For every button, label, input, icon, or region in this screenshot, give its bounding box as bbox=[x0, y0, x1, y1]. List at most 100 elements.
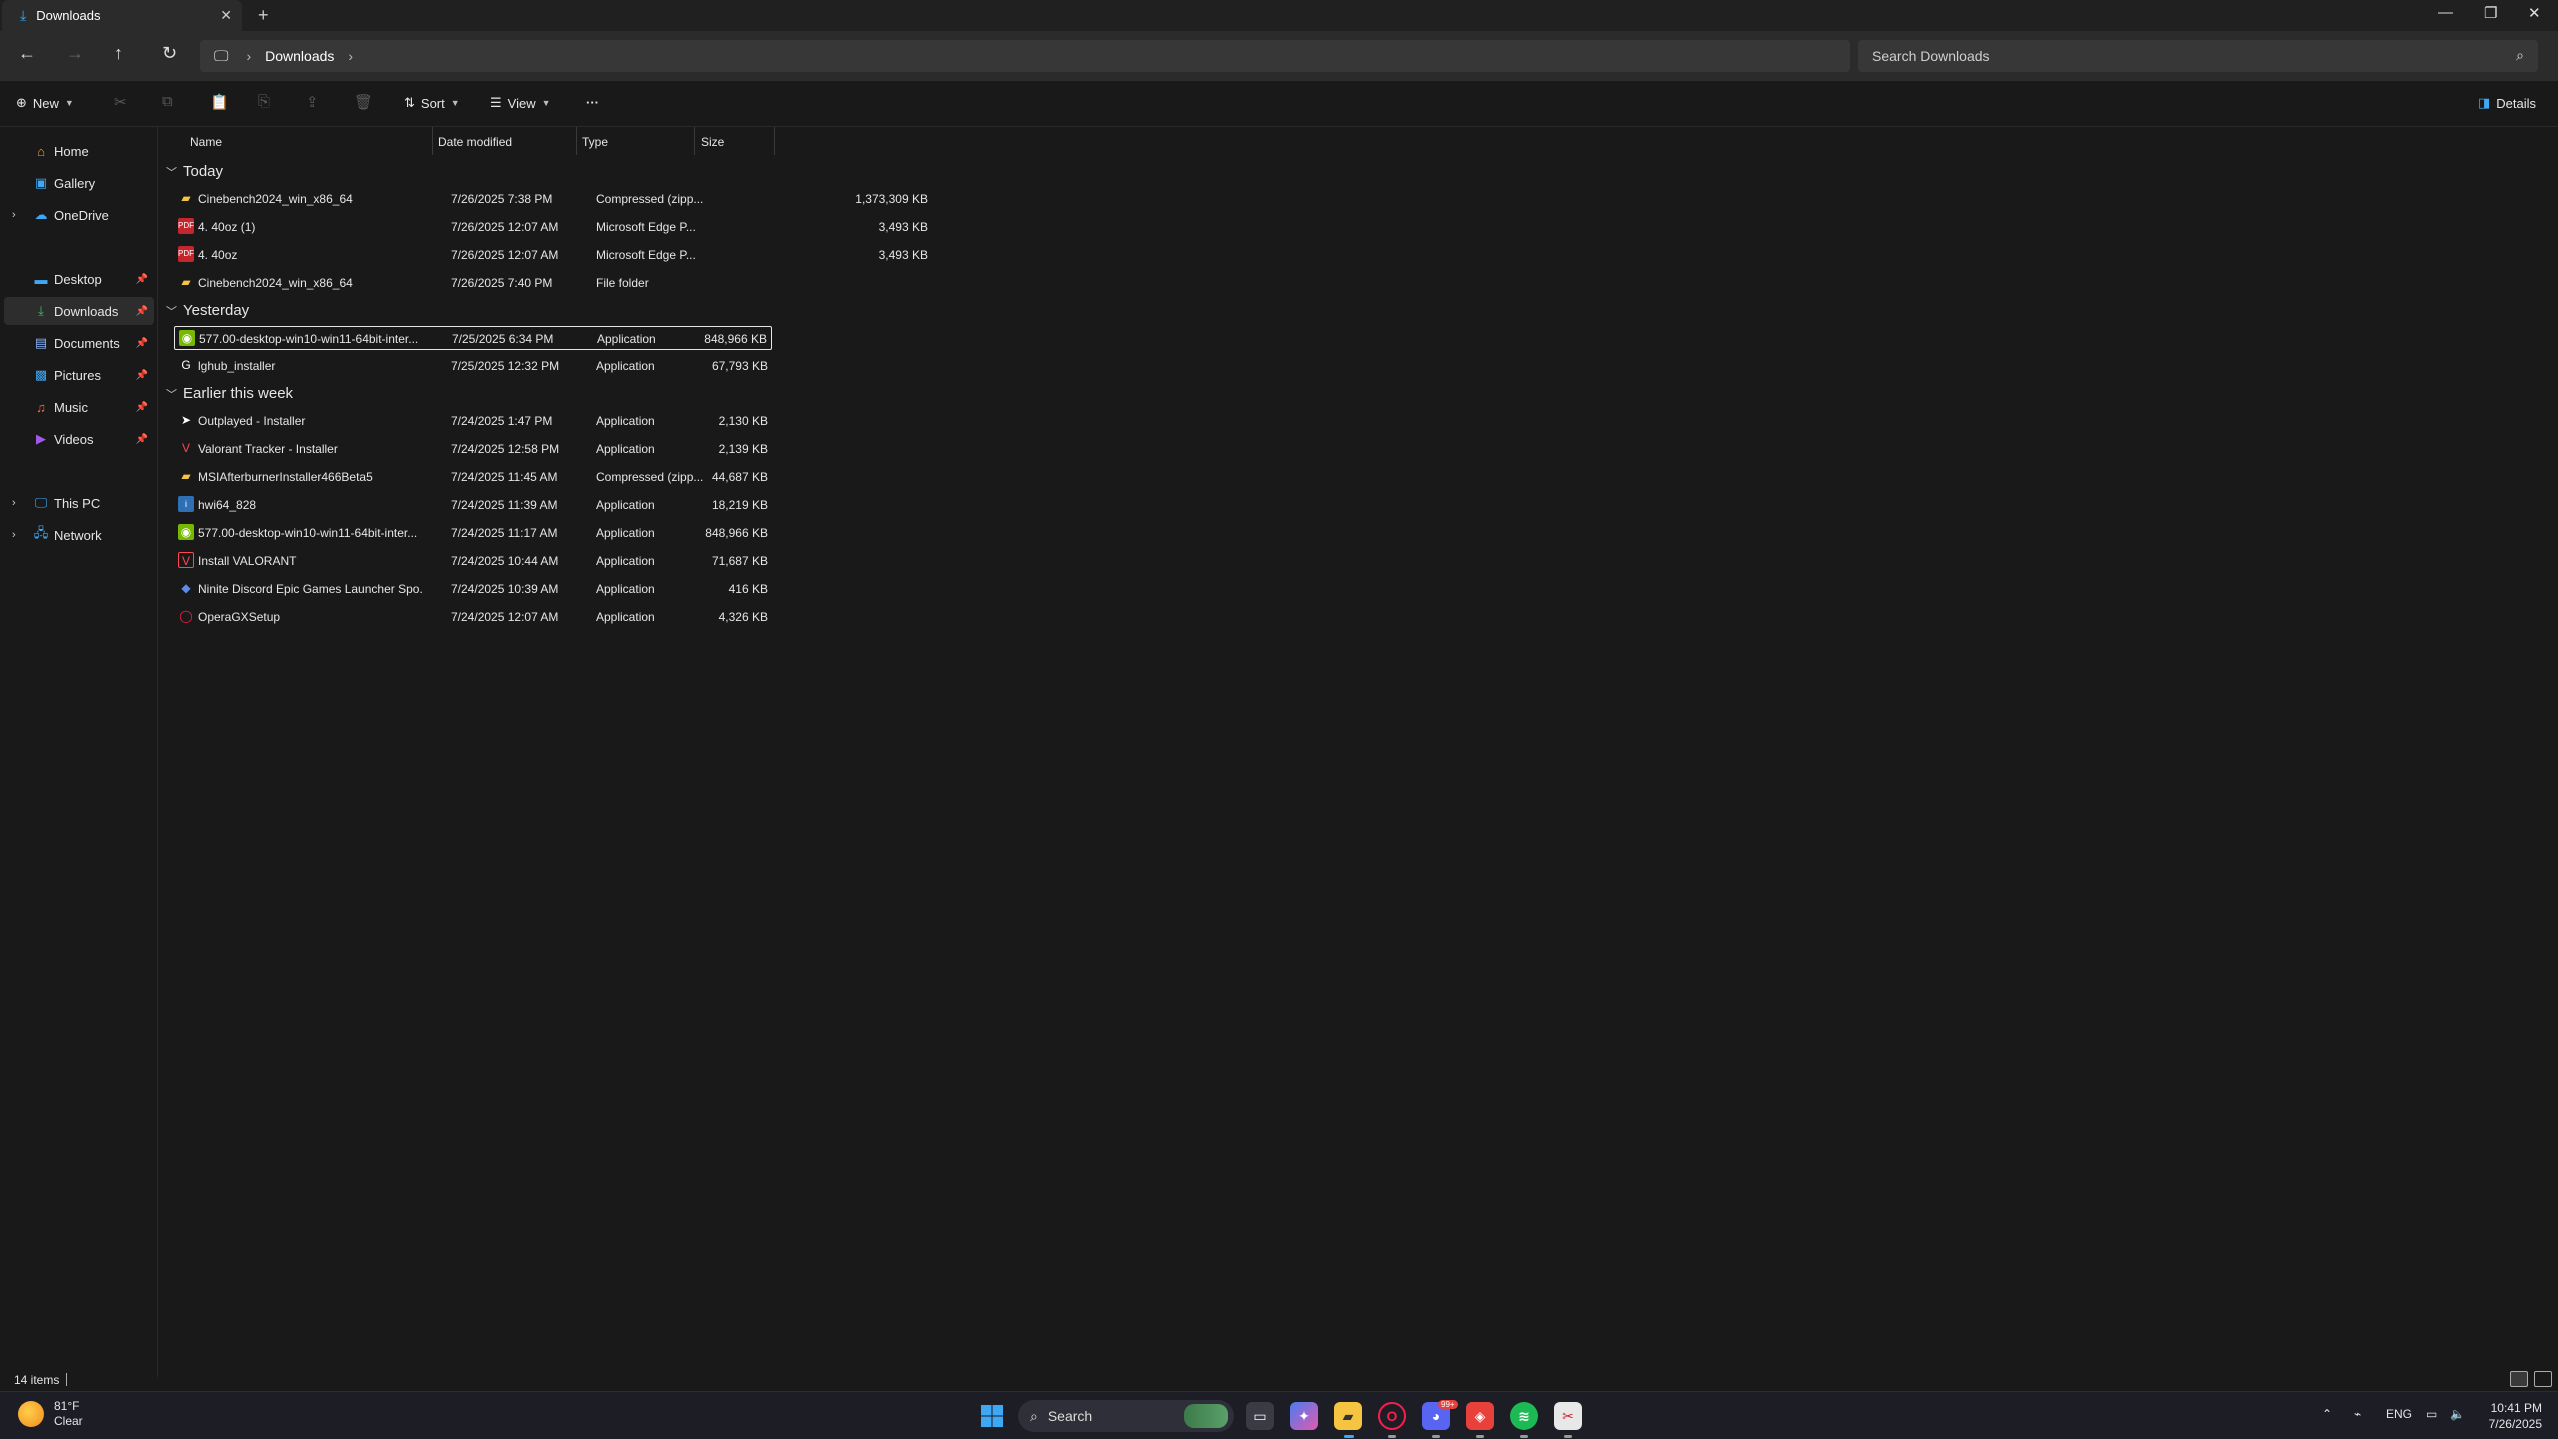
column-header-name[interactable]: Name bbox=[190, 135, 222, 149]
chevron-right-icon[interactable]: › bbox=[12, 529, 16, 541]
file-explorer-icon[interactable]: ▰ bbox=[1334, 1402, 1362, 1430]
search-input[interactable]: Search Downloads ⌕ bbox=[1858, 40, 2538, 72]
spotify-icon[interactable]: ≋ bbox=[1510, 1402, 1538, 1430]
file-row[interactable]: V Install VALORANT 7/24/2025 10:44 AM Ap… bbox=[174, 549, 772, 573]
pin-icon[interactable]: 📌 bbox=[136, 370, 148, 381]
sidebar-item-desktop[interactable]: ▬ Desktop 📌 bbox=[4, 265, 154, 293]
details-button[interactable]: ◨ Details bbox=[2478, 95, 2536, 111]
close-tab-button[interactable]: ✕ bbox=[220, 7, 232, 24]
file-row[interactable]: ▰ Cinebench2024_win_x86_64 7/26/2025 7:4… bbox=[174, 271, 932, 295]
sort-button[interactable]: ⇅ Sort ▼ bbox=[404, 95, 460, 111]
maximize-button[interactable]: ❐ bbox=[2484, 4, 2497, 22]
column-divider[interactable] bbox=[432, 127, 433, 155]
sidebar-item-documents[interactable]: ▤ Documents 📌 bbox=[4, 329, 154, 357]
rename-icon[interactable]: ⎘ bbox=[258, 93, 270, 110]
weather-widget[interactable]: 81°F Clear bbox=[18, 1399, 83, 1429]
sidebar-item-downloads[interactable]: ⤓ Downloads 📌 bbox=[4, 297, 154, 325]
minimize-button[interactable]: — bbox=[2438, 4, 2453, 21]
start-button[interactable] bbox=[978, 1402, 1006, 1430]
sidebar-item-label: Music bbox=[54, 399, 88, 415]
volume-icon[interactable]: 🔈 bbox=[2450, 1407, 2465, 1421]
column-divider[interactable] bbox=[774, 127, 775, 155]
tiles-view-icon[interactable] bbox=[2534, 1371, 2552, 1387]
new-tab-button[interactable]: + bbox=[258, 5, 269, 26]
sidebar-item-gallery[interactable]: ▣ Gallery bbox=[4, 169, 154, 197]
language-indicator[interactable]: ENG bbox=[2386, 1407, 2412, 1421]
file-row[interactable]: PDF 4. 40oz (1) 7/26/2025 12:07 AM Micro… bbox=[174, 215, 932, 239]
sidebar-item-network[interactable]: › 🖧 Network bbox=[4, 521, 154, 549]
copy-icon[interactable]: ⧉ bbox=[162, 93, 173, 110]
file-row[interactable]: ▰ Cinebench2024_win_x86_64 7/26/2025 7:3… bbox=[174, 187, 932, 211]
column-header-type[interactable]: Type bbox=[582, 135, 608, 149]
file-row[interactable]: ◆ Ninite Discord Epic Games Launcher Spo… bbox=[174, 577, 772, 601]
file-row[interactable]: G lghub_installer 7/25/2025 12:32 PM App… bbox=[174, 354, 772, 378]
refresh-button[interactable]: ↻ bbox=[162, 43, 177, 64]
new-button[interactable]: ⊕ New ▼ bbox=[16, 95, 74, 111]
up-button[interactable]: ↑ bbox=[114, 43, 123, 64]
back-button[interactable]: ← bbox=[18, 43, 36, 64]
chevron-right-icon[interactable]: › bbox=[12, 497, 16, 509]
opera-gx-icon[interactable]: O bbox=[1378, 1402, 1406, 1430]
chevron-right-icon[interactable]: › bbox=[246, 48, 251, 64]
taskbar-search[interactable]: ⌕ Search bbox=[1018, 1400, 1234, 1432]
cut-icon[interactable]: ✂ bbox=[114, 93, 127, 111]
pin-icon[interactable]: 📌 bbox=[136, 402, 148, 413]
weather-icon bbox=[18, 1401, 44, 1427]
pin-icon[interactable]: 📌 bbox=[136, 306, 148, 317]
chevron-right-icon[interactable]: › bbox=[12, 209, 16, 221]
chevron-up-icon[interactable]: ⌃ bbox=[2322, 1407, 2332, 1421]
address-bar[interactable]: 🖵 › Downloads › bbox=[200, 40, 1850, 72]
share-icon[interactable]: ⇪ bbox=[306, 93, 319, 111]
column-divider[interactable] bbox=[576, 127, 577, 155]
tab-downloads[interactable]: ⤓ Downloads ✕ bbox=[2, 0, 242, 31]
sidebar-item-this-pc[interactable]: › 🖵 This PC bbox=[4, 489, 154, 517]
file-list: Name Date modified Type Size ﹀ Today ▰ C… bbox=[160, 127, 2558, 1377]
pin-icon[interactable]: 📌 bbox=[136, 434, 148, 445]
column-divider[interactable] bbox=[694, 127, 695, 155]
close-window-button[interactable]: ✕ bbox=[2528, 4, 2541, 22]
pin-icon[interactable]: 📌 bbox=[136, 338, 148, 349]
file-row-selected[interactable]: ◉ 577.00-desktop-win10-win11-64bit-inter… bbox=[174, 326, 772, 350]
column-header-size[interactable]: Size bbox=[701, 135, 724, 149]
forward-button[interactable]: → bbox=[66, 43, 84, 64]
file-row[interactable]: PDF 4. 40oz 7/26/2025 12:07 AM Microsoft… bbox=[174, 243, 932, 267]
breadcrumb-downloads[interactable]: Downloads bbox=[265, 48, 334, 64]
pin-icon[interactable]: 📌 bbox=[136, 274, 148, 285]
command-bar: ⊕ New ▼ ✂ ⧉ 📋 ⎘ ⇪ 🗑 ⇅ Sort ▼ ☰ View ▼ ··… bbox=[0, 81, 2558, 127]
paste-icon[interactable]: 📋 bbox=[210, 93, 229, 111]
file-row[interactable]: ◉ 577.00-desktop-win10-win11-64bit-inter… bbox=[174, 521, 772, 545]
view-button[interactable]: ☰ View ▼ bbox=[490, 95, 551, 111]
search-placeholder: Search Downloads bbox=[1872, 48, 1990, 64]
task-view-icon[interactable]: ▭ bbox=[1246, 1402, 1274, 1430]
file-row[interactable]: V Valorant Tracker - Installer 7/24/2025… bbox=[174, 437, 772, 461]
column-header-date[interactable]: Date modified bbox=[438, 135, 512, 149]
clock[interactable]: 10:41 PM 7/26/2025 bbox=[2489, 1400, 2542, 1432]
chevron-right-icon[interactable]: › bbox=[348, 48, 353, 64]
details-view-icon[interactable] bbox=[2510, 1371, 2528, 1387]
file-date: 7/24/2025 11:45 AM bbox=[451, 470, 558, 484]
group-header-today[interactable]: ﹀ Today bbox=[166, 163, 223, 180]
file-row[interactable]: i hwi64_828 7/24/2025 11:39 AM Applicati… bbox=[174, 493, 772, 517]
sidebar-item-videos[interactable]: ▶ Videos 📌 bbox=[4, 425, 154, 453]
desktop-icon: ▬ bbox=[34, 271, 48, 287]
network-status-icon[interactable]: ⌁ bbox=[2354, 1407, 2361, 1421]
sidebar-item-home[interactable]: ⌂ Home bbox=[4, 137, 154, 165]
sidebar-item-onedrive[interactable]: › ☁ OneDrive bbox=[4, 201, 154, 229]
more-options-button[interactable]: ··· bbox=[586, 95, 599, 110]
display-icon[interactable]: ▭ bbox=[2426, 1407, 2437, 1421]
steelseries-icon[interactable]: ◈ bbox=[1466, 1402, 1494, 1430]
file-row[interactable]: ◯ OperaGXSetup 7/24/2025 12:07 AM Applic… bbox=[174, 605, 772, 629]
delete-icon[interactable]: 🗑 bbox=[354, 93, 373, 111]
sidebar-item-pictures[interactable]: ▩ Pictures 📌 bbox=[4, 361, 154, 389]
snipping-tool-icon[interactable]: ✂ bbox=[1554, 1402, 1582, 1430]
zip-folder-icon: ▰ bbox=[181, 469, 191, 483]
file-size: 848,966 KB bbox=[704, 332, 767, 346]
sidebar-item-music[interactable]: ♫ Music 📌 bbox=[4, 393, 154, 421]
group-header-yesterday[interactable]: ﹀ Yesterday bbox=[166, 302, 249, 319]
file-row[interactable]: ▰ MSIAfterburnerInstaller466Beta5 7/24/2… bbox=[174, 465, 772, 489]
tab-title: Downloads bbox=[36, 8, 101, 23]
group-header-earlier-this-week[interactable]: ﹀ Earlier this week bbox=[166, 385, 293, 402]
file-date: 7/26/2025 7:38 PM bbox=[451, 192, 553, 206]
file-row[interactable]: ➤ Outplayed - Installer 7/24/2025 1:47 P… bbox=[174, 409, 772, 433]
copilot-icon[interactable]: ✦ bbox=[1290, 1402, 1318, 1430]
